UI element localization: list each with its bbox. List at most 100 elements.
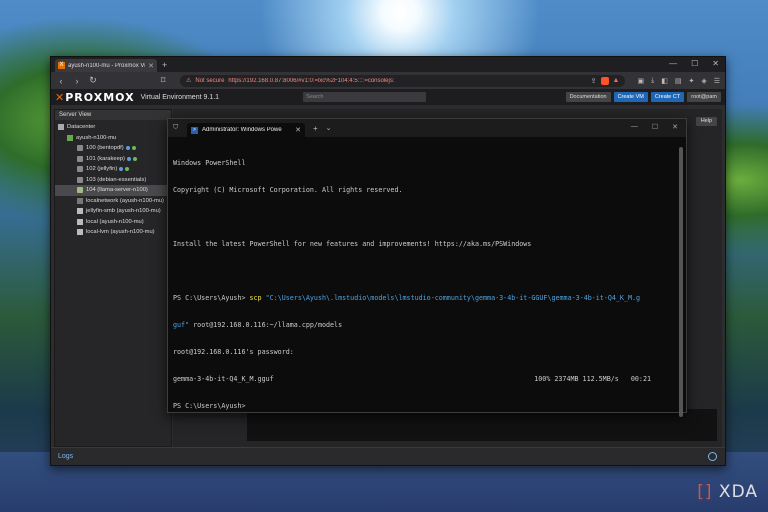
logs-label[interactable]: Logs: [58, 453, 73, 460]
vpn-icon[interactable]: ◈: [701, 77, 706, 85]
tree-item-node[interactable]: ayush-n100-mu: [55, 133, 171, 144]
terminal-command-line-wrap: guf" root@192.168.0.116:~/llama.cpp/mode…: [173, 321, 681, 330]
tree-item-ct-100[interactable]: 100 (bentopdf): [55, 143, 171, 154]
tree-item-local-lvm[interactable]: local-lvm (ayush-n100-mu): [55, 227, 171, 238]
proxmox-favicon-icon: X: [58, 62, 65, 69]
tree-item-label: 102 (jellyfin): [86, 166, 118, 173]
container-icon: [77, 155, 83, 162]
scrollbar-thumb[interactable]: [679, 147, 683, 417]
back-icon[interactable]: ‹: [56, 76, 66, 86]
user-menu-button[interactable]: root@pam: [687, 92, 721, 102]
tree-item-label: 104 (llama-server-n100): [86, 187, 148, 194]
tree-item-label: local-lvm (ayush-n100-mu): [86, 229, 155, 236]
transfer-progress-line: gemma-3-4b-it-Q4_K_M.gguf 100% 2374MB 112…: [173, 375, 681, 384]
status-dot: [133, 156, 137, 161]
url-text[interactable]: https://192.168.0.87:8006/#v1:0:=lxc%2F1…: [228, 78, 586, 84]
close-tab-icon[interactable]: ✕: [148, 62, 154, 70]
transfer-stats: 100% 2374MB 112.5MB/s 00:21: [534, 375, 651, 383]
not-secure-label[interactable]: Not secure: [195, 78, 224, 84]
tree-item-local[interactable]: local (ayush-n100-mu): [55, 217, 171, 228]
brave-shield-icon[interactable]: [600, 76, 609, 85]
terminal-line: Copyright (C) Microsoft Corporation. All…: [173, 186, 403, 194]
node-icon: [67, 134, 73, 141]
storage-icon: [77, 208, 83, 215]
tree-item-label: jellyfin-smb (ayush-n100-mu): [86, 208, 161, 215]
tabs-icon[interactable]: ▤: [675, 77, 682, 85]
create-ct-button[interactable]: Create CT: [650, 92, 685, 102]
proxmox-logo: ✕PROXMOX: [55, 91, 135, 104]
documentation-button[interactable]: Documentation: [565, 92, 611, 102]
logs-panel: Logs: [51, 447, 725, 465]
tree-item-ct-101[interactable]: 101 (karakeep): [55, 154, 171, 165]
terminal-line: Install the latest PowerShell for new fe…: [173, 240, 532, 248]
logo-text: PROXMOX: [65, 90, 135, 104]
storage-icon: [77, 218, 83, 225]
tree-item-ct-103[interactable]: 103 (debian-essentials): [55, 175, 171, 186]
terminal-tab-bar: ⛉ > Administrator: Windows Powe ✕ + ⌄ — …: [168, 119, 686, 137]
command-arg-dest: root@192.168.0.116:~/llama.cpp/models: [189, 321, 343, 329]
warning-icon[interactable]: ⚠: [186, 77, 191, 84]
tree-item-datacenter[interactable]: Datacenter: [55, 122, 171, 133]
forward-icon[interactable]: ›: [72, 76, 82, 86]
terminal-output[interactable]: Windows PowerShell Copyright (C) Microso…: [168, 137, 686, 433]
bookmark-icon[interactable]: ⌑: [158, 75, 168, 86]
xda-watermark: [] XDA: [697, 482, 758, 502]
status-dot: [125, 146, 130, 151]
close-terminal-tab-icon[interactable]: ✕: [295, 126, 301, 134]
container-icon: [77, 145, 83, 152]
command-arg-source-wrap: guf": [173, 321, 190, 329]
wallet-icon[interactable]: ▣: [637, 77, 644, 85]
tree-item-label: local (ayush-n100-mu): [86, 218, 144, 225]
new-tab-button[interactable]: +: [162, 60, 167, 70]
browser-window-controls: — ☐ ✕: [669, 59, 719, 68]
reload-icon[interactable]: ↻: [88, 75, 98, 86]
tree-item-localnetwork[interactable]: localnetwork (ayush-n100-mu): [55, 196, 171, 207]
datacenter-icon: [58, 124, 64, 131]
status-dot: [125, 167, 130, 172]
powershell-window: ⛉ > Administrator: Windows Powe ✕ + ⌄ — …: [167, 118, 687, 417]
help-button[interactable]: Help: [695, 117, 717, 126]
terminal-minimize-icon[interactable]: —: [631, 123, 638, 131]
terminal-dropdown-icon[interactable]: ⌄: [326, 124, 332, 132]
create-vm-button[interactable]: Create VM: [613, 92, 648, 102]
expand-logs-icon[interactable]: [708, 452, 717, 461]
storage-icon: [77, 229, 83, 236]
new-terminal-tab-button[interactable]: +: [313, 124, 318, 133]
command-arg-source: "C:\Users\Ayush\.lmstudio\models\lmstudi…: [261, 294, 641, 302]
terminal-maximize-icon[interactable]: ☐: [652, 123, 658, 131]
terminal-tab-powershell[interactable]: > Administrator: Windows Powe ✕: [187, 123, 305, 137]
terminal-tab-title: Administrator: Windows Powe: [202, 127, 282, 133]
proxmox-x-icon: ✕: [55, 90, 66, 104]
xda-mark-icon: []: [697, 482, 713, 502]
tree-item-label: Datacenter: [67, 124, 96, 131]
brave-rewards-icon[interactable]: ▲: [613, 77, 620, 84]
status-dot: [127, 156, 131, 161]
container-icon: [77, 176, 83, 183]
browser-tab-proxmox[interactable]: X ayush-n100-mu - Proxmox Virt ✕: [55, 59, 157, 72]
close-window-icon[interactable]: ✕: [712, 59, 719, 68]
terminal-line: PS C:\Users\Ayush>: [173, 402, 246, 410]
terminal-line: root@192.168.0.116's password:: [173, 348, 294, 356]
container-icon: [77, 166, 83, 173]
resource-tree-panel: Server View Datacenter ayush-n100-mu 100…: [54, 109, 172, 447]
download-icon[interactable]: ⤓: [651, 77, 654, 85]
browser-tab-bar: X ayush-n100-mu - Proxmox Virt ✕ + — ☐ ✕: [51, 57, 725, 72]
powershell-icon: >: [191, 126, 198, 134]
browser-extension-icons: ▣ ⤓ ◧ ▤ ✦ ◈ ☰: [637, 77, 720, 85]
tree-item-jellyfin-smb[interactable]: jellyfin-smb (ayush-n100-mu): [55, 206, 171, 217]
server-view-selector[interactable]: Server View: [55, 110, 171, 120]
search-input[interactable]: Search: [303, 92, 427, 102]
tree-item-ct-104[interactable]: 104 (llama-server-n100): [55, 185, 171, 196]
terminal-scrollbar[interactable]: [679, 139, 683, 417]
maximize-icon[interactable]: ☐: [691, 59, 698, 68]
sidebar-icon[interactable]: ◧: [661, 77, 668, 85]
leo-icon[interactable]: ✦: [688, 77, 694, 85]
terminal-close-icon[interactable]: ✕: [672, 123, 678, 131]
minimize-icon[interactable]: —: [669, 59, 677, 68]
tree-item-ct-102[interactable]: 102 (jellyfin): [55, 164, 171, 175]
menu-icon[interactable]: ☰: [714, 77, 720, 85]
container-icon: [77, 187, 83, 194]
share-icon[interactable]: ⇪: [591, 77, 597, 85]
address-bar[interactable]: ⚠ Not secure https://192.168.0.87:8006/#…: [180, 74, 626, 87]
